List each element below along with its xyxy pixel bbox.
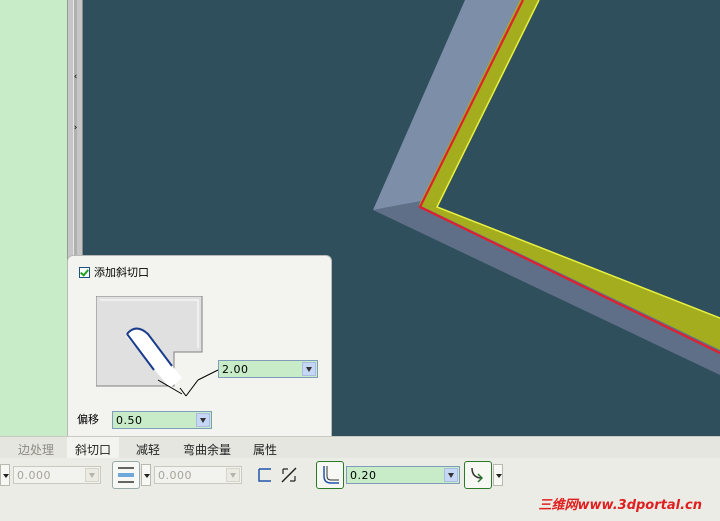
offset-value: 0.50 bbox=[116, 414, 143, 427]
tab-edge-treatment[interactable]: 边处理 bbox=[18, 441, 54, 458]
relief-width-combo[interactable]: 2.00 bbox=[218, 360, 318, 378]
relief-width-value: 2.00 bbox=[222, 363, 249, 376]
expand-right-icon[interactable]: › bbox=[71, 123, 80, 133]
thickness-value: 0.000 bbox=[17, 469, 51, 482]
tab-bend-allowance[interactable]: 弯曲余量 bbox=[183, 441, 231, 458]
square-corner-icon[interactable] bbox=[256, 466, 274, 484]
radius-side-dropdown[interactable] bbox=[493, 464, 503, 486]
side-placement-dropdown[interactable] bbox=[141, 464, 151, 486]
bend-radius-button[interactable] bbox=[316, 461, 344, 489]
chevron-down-icon bbox=[226, 468, 240, 482]
chevron-down-icon[interactable] bbox=[302, 362, 316, 376]
watermark-text: 三维网www.3dportal.cn bbox=[538, 498, 702, 513]
relief-diagram bbox=[96, 296, 219, 397]
offset-label: 偏移 bbox=[77, 413, 99, 426]
side-placement-button[interactable] bbox=[112, 461, 140, 489]
offset-combo[interactable]: 0.50 bbox=[112, 411, 212, 429]
thickness-combo: 0.000 bbox=[13, 466, 101, 484]
add-relief-checkbox[interactable] bbox=[79, 266, 90, 278]
collapse-left-icon[interactable]: ‹ bbox=[71, 72, 80, 82]
chevron-down-icon bbox=[85, 468, 99, 482]
chevron-down-icon[interactable] bbox=[196, 413, 210, 427]
tab-properties[interactable]: 属性 bbox=[253, 441, 277, 458]
radius-side-button[interactable] bbox=[464, 461, 492, 489]
add-relief-label: 添加斜切口 bbox=[94, 266, 149, 279]
bend-radius-icon bbox=[323, 466, 339, 484]
bend-radius-value: 0.20 bbox=[350, 469, 377, 482]
radius-side-icon bbox=[471, 467, 484, 483]
gap-combo: 0.000 bbox=[154, 466, 242, 484]
model-tree-panel bbox=[0, 0, 67, 436]
dashboard-toolbar: 0.000 0.000 0.20 三维网www.3dportal.cn bbox=[0, 458, 720, 521]
chevron-down-icon[interactable] bbox=[444, 468, 458, 482]
side-placement-icon bbox=[118, 467, 134, 483]
gap-value: 0.000 bbox=[158, 469, 192, 482]
tab-relief[interactable]: 减轻 bbox=[136, 441, 160, 458]
add-relief-row[interactable]: 添加斜切口 bbox=[79, 265, 149, 279]
scroll-left-arrow[interactable] bbox=[0, 464, 10, 486]
dashboard-tabs: 边处理 斜切口 减轻 弯曲余量 属性 bbox=[0, 436, 720, 459]
flip-direction-icon[interactable] bbox=[280, 466, 298, 484]
bend-radius-combo[interactable]: 0.20 bbox=[346, 466, 460, 484]
relief-slideup-panel: 添加斜切口 2.00 偏移 0.50 bbox=[67, 255, 332, 436]
tab-miter-cut[interactable]: 斜切口 bbox=[67, 437, 120, 459]
wall-outer-face-lower bbox=[373, 201, 720, 375]
